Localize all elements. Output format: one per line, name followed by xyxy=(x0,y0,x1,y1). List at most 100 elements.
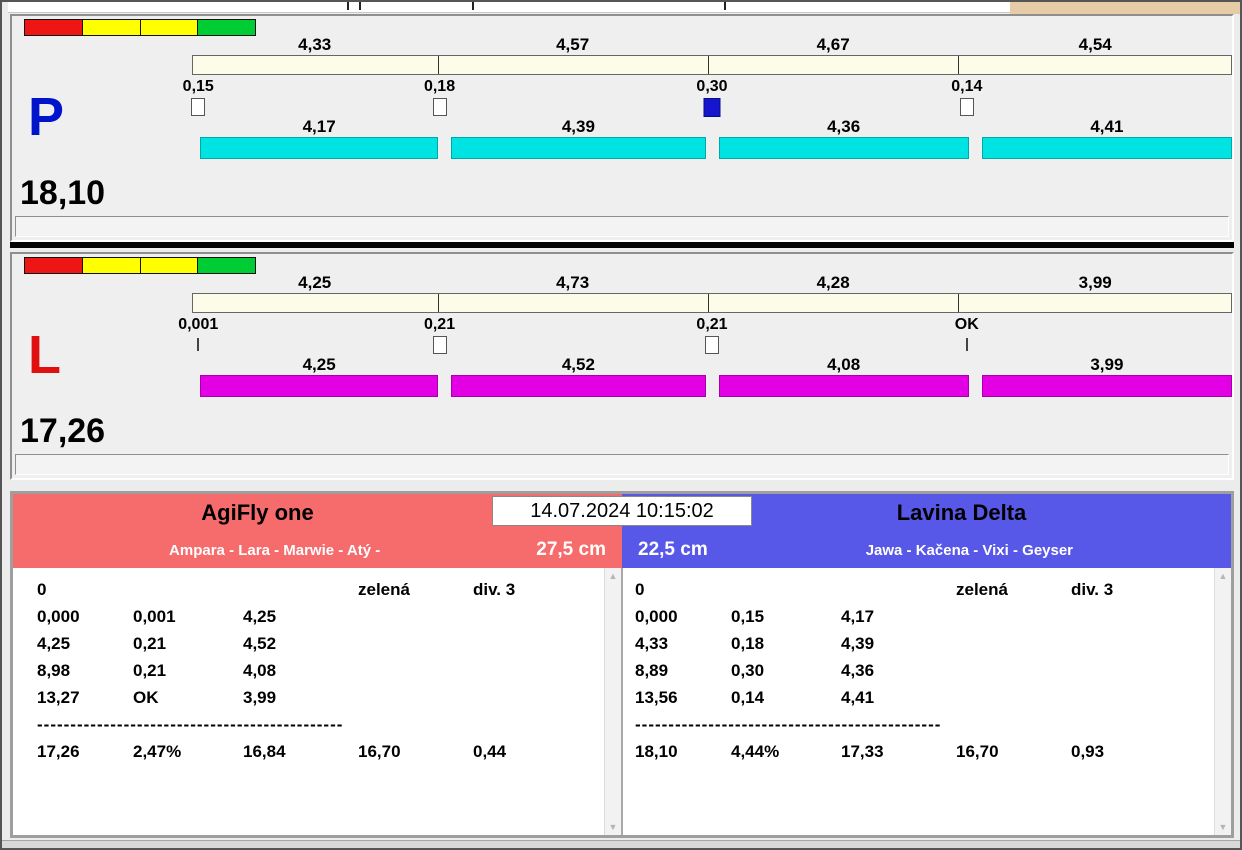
table-cell: 4,33 xyxy=(635,633,669,653)
table-cell: 4,52 xyxy=(243,633,277,653)
exchange-value: 0,18 xyxy=(423,78,456,95)
background-window-corner xyxy=(1010,2,1240,14)
split-bar xyxy=(981,375,1233,397)
run-split-bars xyxy=(192,375,1233,397)
exchange-value: 0,001 xyxy=(178,316,219,333)
reference-split-bar xyxy=(192,55,1232,75)
table-cell: 0,21 xyxy=(133,660,167,680)
exchange-value: 0,30 xyxy=(696,78,728,95)
light-yellow-2 xyxy=(139,19,199,36)
table-cell: 4,17 xyxy=(841,606,875,626)
table-cell: 4,44% xyxy=(731,741,780,761)
scroll-down-icon[interactable]: ▼ xyxy=(1219,822,1228,832)
exchange-value: 0,21 xyxy=(423,316,456,333)
scrollbar[interactable]: ▲ ▼ xyxy=(1214,568,1231,835)
timing-zone: 4,25 4,73 4,28 3,99 0,001 0,21 0,21 OK 4… xyxy=(178,254,1233,478)
scroll-up-icon[interactable]: ▲ xyxy=(1219,571,1228,581)
bar-tick xyxy=(437,294,439,312)
results-table-right[interactable]: 0 zelená div. 3 0,000 0,15 4,17 4,33 0,1… xyxy=(622,568,1231,835)
split-value: 4,17 xyxy=(302,117,336,136)
bar-tick xyxy=(437,56,439,74)
table-cell: 4,25 xyxy=(243,606,277,626)
split-value: 3,99 xyxy=(1090,355,1124,374)
empty-field xyxy=(15,216,1229,237)
exchange-markers xyxy=(192,336,1232,354)
bar-tick xyxy=(707,56,709,74)
scroll-down-icon[interactable]: ▼ xyxy=(609,822,618,832)
table-cell: zelená xyxy=(358,579,410,599)
table-cell: 17,26 xyxy=(37,741,80,761)
exchange-value: 0,14 xyxy=(951,78,983,95)
split-value: 4,73 xyxy=(556,273,590,292)
bar-tick xyxy=(958,294,959,312)
timing-zone: 4,33 4,57 4,67 4,54 0,15 0,18 0,30 0,14 xyxy=(183,16,1233,240)
exchange-marker xyxy=(432,336,447,354)
split-value: 4,08 xyxy=(827,355,861,374)
table-cell: 0,001 xyxy=(133,606,176,626)
run-panel-left: L 17,26 4,25 4,73 4,28 3,99 0,001 0,21 0… xyxy=(10,252,1234,480)
table-cell: 0,15 xyxy=(731,606,765,626)
exchange-value: 0,15 xyxy=(182,78,214,95)
team-members: Jawa - Kačena - Vixi - Geyser xyxy=(865,541,1074,559)
split-bar xyxy=(451,375,706,397)
split-value: 4,39 xyxy=(561,117,595,136)
table-row: 0 zelená div. 3 xyxy=(623,576,1231,603)
table-cell: div. 3 xyxy=(473,579,516,599)
split-value: 4,33 xyxy=(298,35,332,54)
table-cell: 0,18 xyxy=(731,633,765,653)
top-strip-tick xyxy=(724,2,726,10)
datetime: 14.07.2024 10:15:02 xyxy=(492,496,752,526)
table-cell: 0,000 xyxy=(37,606,80,626)
table-cell: 4,25 xyxy=(37,633,71,653)
table-cell: OK xyxy=(133,687,159,707)
top-strip-tick xyxy=(472,2,474,10)
exchange-marker xyxy=(959,98,974,116)
split-value: 4,52 xyxy=(561,355,595,374)
table-row: 4,25 0,21 4,52 xyxy=(13,630,621,657)
table-cell: 0,44 xyxy=(473,741,507,761)
light-yellow-1 xyxy=(81,19,141,36)
table-cell: 4,36 xyxy=(841,660,875,680)
app-window: P 18,10 4,33 4,57 4,67 4,54 0,15 0,18 0,… xyxy=(0,0,1242,850)
exchange-value: OK xyxy=(954,316,979,333)
table-row: 0,000 0,15 4,17 xyxy=(623,603,1231,630)
table-cell: 0 xyxy=(37,579,47,599)
table-cell: 16,84 xyxy=(243,741,286,761)
exchange-marker xyxy=(965,338,968,351)
scrollbar[interactable]: ▲ ▼ xyxy=(604,568,621,835)
split-value: 4,41 xyxy=(1090,117,1124,136)
table-row: 13,27 OK 3,99 xyxy=(13,684,621,711)
table-row: 4,33 0,18 4,39 xyxy=(623,630,1231,657)
reference-split-labels: 4,25 4,73 4,28 3,99 xyxy=(192,273,1232,292)
table-row: 0 zelená div. 3 xyxy=(13,576,621,603)
split-value: 3,99 xyxy=(1078,273,1112,292)
lane-total-time: 17,26 xyxy=(20,412,106,450)
table-cell: 2,47% xyxy=(133,741,182,761)
exchange-value: 0,21 xyxy=(696,316,728,333)
scroll-up-icon[interactable]: ▲ xyxy=(609,571,618,581)
exchange-marker xyxy=(191,98,206,116)
run-split-bars xyxy=(192,137,1233,159)
results-table-left[interactable]: 0 zelená div. 3 0,000 0,001 4,25 4,25 0,… xyxy=(13,568,622,835)
jump-height: 27,5 cm xyxy=(536,539,606,560)
split-value: 4,36 xyxy=(827,117,861,136)
reference-split-labels: 4,33 4,57 4,67 4,54 xyxy=(192,35,1232,54)
table-cell: 4,41 xyxy=(841,687,875,707)
exchange-time-labels: 0,15 0,18 0,30 0,14 xyxy=(183,78,1232,95)
top-strip-tick xyxy=(359,2,361,10)
team-subheader: 22,5 cm Jawa - Kačena - Vixi - Geyser xyxy=(622,532,1231,568)
table-cell: 0,14 xyxy=(731,687,765,707)
table-cell: 0,21 xyxy=(133,633,167,653)
table-cell: 4,08 xyxy=(243,660,277,680)
bar-tick xyxy=(958,56,959,74)
split-value: 4,25 xyxy=(302,355,336,374)
table-cell: 13,27 xyxy=(37,687,80,707)
split-bar xyxy=(718,137,969,159)
lane-total-time: 18,10 xyxy=(20,174,106,212)
table-separator: ----------------------------------------… xyxy=(635,714,942,734)
table-row: 13,56 0,14 4,41 xyxy=(623,684,1231,711)
table-cell: 13,56 xyxy=(635,687,678,707)
light-yellow-1 xyxy=(81,257,141,274)
split-value: 4,25 xyxy=(298,273,332,292)
exchange-marker xyxy=(432,98,447,116)
